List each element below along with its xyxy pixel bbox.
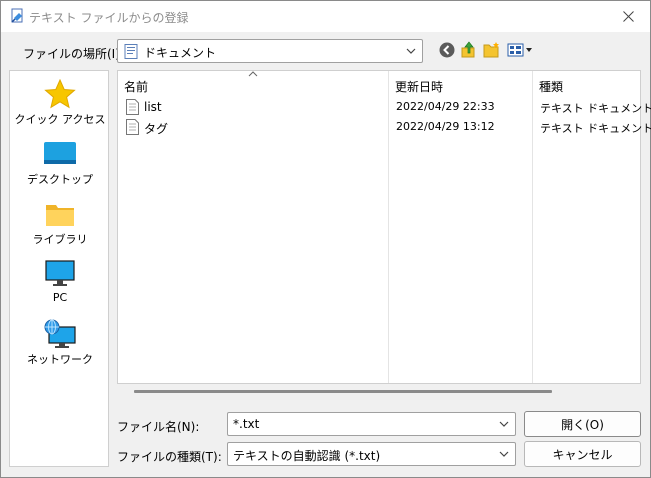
file-name: タグ — [144, 122, 169, 136]
location-label: ファイルの場所(I): — [23, 47, 124, 61]
filetype-select[interactable]: テキストの自動認識 (*.txt) — [227, 442, 516, 466]
file-type: テキスト ドキュメント — [540, 102, 651, 115]
place-label: PC — [52, 291, 68, 304]
places-bar: クイック アクセス デスクトップ ライブラリ PC ネットワーク — [9, 70, 109, 467]
place-label: ライブラリ — [32, 233, 88, 246]
column-header-type[interactable]: 種類 — [533, 71, 640, 97]
app-icon — [11, 8, 23, 23]
chevron-down-icon — [499, 451, 509, 457]
text-file-icon — [126, 99, 139, 115]
file-type: テキスト ドキュメント — [540, 122, 651, 135]
column-header-modified[interactable]: 更新日時 — [389, 71, 532, 97]
place-quick-access[interactable]: クイック アクセス — [10, 79, 110, 137]
place-pc[interactable]: PC — [10, 259, 110, 317]
new-folder-icon — [483, 42, 499, 58]
monitor-icon — [45, 260, 75, 286]
chevron-down-icon — [406, 48, 416, 54]
back-icon — [439, 42, 455, 58]
filename-label: ファイル名(N): — [117, 420, 200, 434]
location-value: ドキュメント — [144, 46, 217, 60]
place-network[interactable]: ネットワーク — [10, 319, 110, 377]
close-button[interactable] — [606, 1, 650, 32]
text-file-icon — [126, 119, 139, 135]
filetype-value: テキストの自動認識 (*.txt) — [233, 449, 381, 463]
folder-icon — [46, 205, 74, 226]
open-file-dialog: テキスト ファイルからの登録 ファイルの場所(I): ドキュメント クイック ア… — [0, 0, 651, 478]
desktop-icon — [44, 142, 76, 164]
file-list[interactable]: 名前 更新日時 種類 list 2022/04/29 22:33 テキスト ドキ… — [117, 70, 651, 393]
up-folder-button[interactable] — [459, 40, 479, 60]
new-folder-button[interactable] — [482, 40, 502, 60]
close-icon — [622, 11, 634, 22]
up-folder-icon — [461, 41, 475, 58]
file-date: 2022/04/29 22:33 — [396, 100, 495, 113]
chevron-down-icon[interactable] — [499, 420, 509, 428]
column-header-name[interactable]: 名前 — [118, 71, 388, 97]
documents-folder-icon — [124, 44, 138, 59]
view-menu-button[interactable] — [506, 40, 534, 60]
file-name: list — [144, 100, 162, 114]
place-label: デスクトップ — [27, 173, 93, 186]
location-combo[interactable]: ドキュメント — [117, 39, 423, 63]
back-button[interactable] — [437, 40, 457, 60]
title-bar: テキスト ファイルからの登録 — [1, 1, 650, 32]
open-button[interactable]: 開く(O) — [524, 411, 641, 437]
place-desktop[interactable]: デスクトップ — [10, 139, 110, 197]
place-label: ネットワーク — [27, 353, 93, 366]
place-libraries[interactable]: ライブラリ — [10, 199, 110, 257]
file-date: 2022/04/29 13:12 — [396, 120, 495, 133]
network-icon — [44, 319, 76, 348]
filetype-label: ファイルの種類(T): — [117, 450, 222, 464]
horizontal-scrollbar[interactable] — [134, 390, 552, 393]
star-icon — [44, 79, 76, 109]
list-item[interactable]: list 2022/04/29 22:33 テキスト ドキュメント — [118, 97, 651, 117]
view-menu-icon — [507, 43, 532, 57]
list-item[interactable]: タグ 2022/04/29 13:12 テキスト ドキュメント — [118, 117, 651, 137]
filename-input[interactable]: *.txt — [227, 412, 516, 436]
place-label: クイック アクセス — [14, 113, 106, 126]
cancel-button[interactable]: キャンセル — [524, 441, 641, 467]
filename-value: *.txt — [233, 417, 260, 431]
window-title: テキスト ファイルからの登録 — [29, 11, 189, 25]
